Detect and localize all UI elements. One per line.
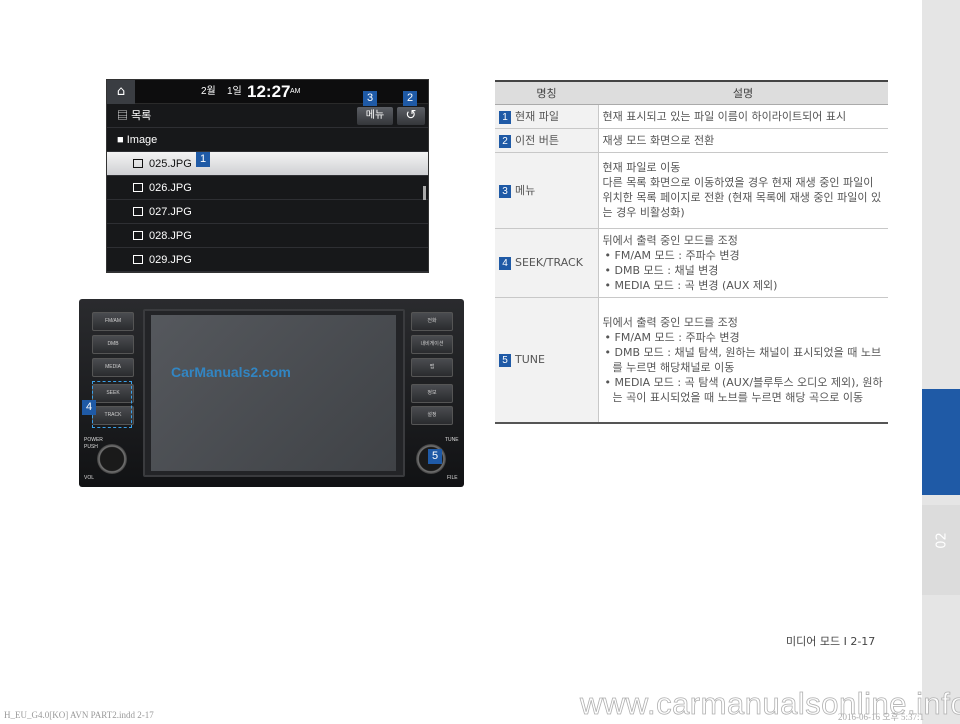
row-name: 메뉴	[515, 183, 536, 197]
row-number: 5	[499, 354, 511, 368]
row-number: 1	[499, 110, 511, 124]
table-row: 5 TUNE 뒤에서 출력 중인 모드를 조정 • FM/AM 모드 : 주파수 …	[495, 297, 888, 424]
callout-3: 3	[363, 91, 377, 106]
row-intro: 뒤에서 출력 중인 모드를 조정	[602, 315, 738, 329]
status-month: 2월	[201, 86, 216, 97]
bullet-item: • DMB 모드 : 채널 탐색, 원하는 채널이 표시되었을 때 노브를 누르…	[604, 345, 882, 374]
row-description: 현재 파일로 이동	[602, 161, 681, 174]
page-number: 미디어 모드 I 2-17	[786, 635, 876, 648]
media-button[interactable]: MEDIA	[92, 358, 134, 377]
callout-4: 4	[82, 400, 96, 415]
image-file-icon	[133, 207, 143, 216]
file-name: 027.JPG	[149, 206, 192, 218]
file-row-5[interactable]: 029.JPG	[107, 248, 428, 272]
power-label: POWER	[84, 437, 103, 443]
row-name: 현재 파일	[515, 109, 559, 123]
image-file-icon	[133, 231, 143, 240]
list-icon: ▤	[117, 110, 128, 122]
carmanuals-watermark: CarManuals2.com	[171, 364, 291, 380]
row-number: 4	[499, 257, 511, 270]
bullet-item: • DMB 모드 : 채널 변경	[604, 263, 719, 277]
file-row-1[interactable]: 025.JPG	[107, 152, 428, 176]
info-button[interactable]: 정보	[411, 384, 453, 403]
callout-1: 1	[196, 152, 210, 167]
row-number: 3	[499, 184, 511, 198]
table-row: 4 SEEK/TRACK 뒤에서 출력 중인 모드를 조정 • FM/AM 모드 …	[495, 228, 888, 298]
header-name: 명칭	[495, 80, 598, 105]
back-arrow-icon[interactable]: ↺	[397, 107, 425, 125]
table-row: 3 메뉴 현재 파일로 이동다른 목록 화면으로 이동하였을 경우 현재 재생 중…	[495, 152, 888, 229]
row-intro: 뒤에서 출력 중인 모드를 조정	[602, 233, 738, 247]
image-file-icon	[133, 183, 143, 192]
description-table: 명칭 설명 1 현재 파일 현재 표시되고 있는 파일 이름이 하이라이트되어 표…	[495, 80, 888, 424]
file-name: 026.JPG	[149, 182, 192, 194]
home-icon[interactable]: ⌂	[107, 80, 135, 104]
image-file-icon	[133, 159, 143, 168]
folder-icon: ■	[117, 134, 124, 146]
status-bar: ⌂ 2월 1일 12:27 AM	[107, 80, 428, 104]
file-row-3[interactable]: 027.JPG	[107, 200, 428, 224]
row-number: 2	[499, 134, 511, 148]
table-header-row: 명칭 설명	[495, 80, 888, 105]
callout-2: 2	[403, 91, 417, 106]
folder-row[interactable]: ■ Image	[107, 128, 428, 152]
row-description: 다른 목록 화면으로 이동하였을 경우 현재 재생 중인 파일이 위치한 목록 …	[602, 176, 882, 219]
head-unit-photo: FM/AM DMB MEDIA SEEK TRACK 전화 내비게이션 맵 정보…	[79, 299, 464, 487]
folder-name: Image	[126, 134, 158, 146]
row-description: 재생 모드 화면으로 전환	[602, 133, 715, 147]
chapter-number: 02	[934, 532, 950, 549]
table-row: 1 현재 파일 현재 표시되고 있는 파일 이름이 하이라이트되어 표시	[495, 104, 888, 129]
media-list-screenshot: ⌂ 2월 1일 12:27 AM ▤ 목록 메뉴 ↺ ■ Image 025.J…	[106, 79, 429, 273]
status-ampm: AM	[290, 88, 301, 95]
fm-am-button[interactable]: FM/AM	[92, 312, 134, 331]
status-day: 1일	[227, 86, 242, 97]
bullet-item: • MEDIA 모드 : 곡 변경 (AUX 제외)	[604, 278, 778, 292]
row-description: 현재 표시되고 있는 파일 이름이 하이라이트되어 표시	[602, 109, 847, 123]
row-name: SEEK/TRACK	[515, 256, 583, 269]
list-title: 목록	[131, 110, 152, 122]
chapter-tab: 02	[922, 505, 960, 595]
map-button[interactable]: 맵	[411, 358, 453, 377]
file-name: 029.JPG	[149, 254, 192, 266]
row-name: TUNE	[515, 353, 545, 367]
push-label: PUSH	[84, 444, 98, 450]
chapter-sidebar: 02	[922, 0, 960, 724]
setup-button[interactable]: 설정	[411, 406, 453, 425]
volume-knob[interactable]	[97, 444, 127, 474]
chapter-highlight	[922, 389, 960, 495]
file-row-4[interactable]: 028.JPG	[107, 224, 428, 248]
table-row: 2 이전 버튼 재생 모드 화면으로 전환	[495, 128, 888, 153]
footer-file-info: H_EU_G4.0[KO] AVN PART2.indd 2-17	[4, 710, 154, 720]
file-name: 028.JPG	[149, 230, 192, 242]
phone-button[interactable]: 전화	[411, 312, 453, 331]
row-name: 이전 버튼	[515, 133, 559, 147]
status-time: 12:27	[247, 82, 291, 101]
menu-button[interactable]: 메뉴	[357, 107, 393, 125]
bullet-item: • MEDIA 모드 : 곡 탐색 (AUX/블루투스 오디오 제외), 원하는…	[604, 375, 883, 404]
dmb-button[interactable]: DMB	[92, 335, 134, 354]
navigation-button[interactable]: 내비게이션	[411, 335, 453, 354]
tune-label: TUNE	[445, 437, 459, 443]
vol-label: VOL	[84, 475, 95, 481]
footer-timestamp: 2016-06-16 오후 5:37:1	[838, 712, 925, 722]
scrollbar[interactable]	[423, 186, 426, 200]
file-row-2[interactable]: 026.JPG	[107, 176, 428, 200]
image-file-icon	[133, 255, 143, 264]
header-description: 설명	[598, 80, 888, 105]
file-label: FILE	[447, 475, 458, 481]
unit-screen	[151, 315, 396, 471]
seek-track-highlight	[92, 381, 132, 428]
callout-5: 5	[428, 449, 442, 464]
bullet-item: • FM/AM 모드 : 주파수 변경	[604, 330, 740, 344]
file-name: 025.JPG	[149, 158, 192, 170]
bullet-item: • FM/AM 모드 : 주파수 변경	[604, 248, 740, 262]
